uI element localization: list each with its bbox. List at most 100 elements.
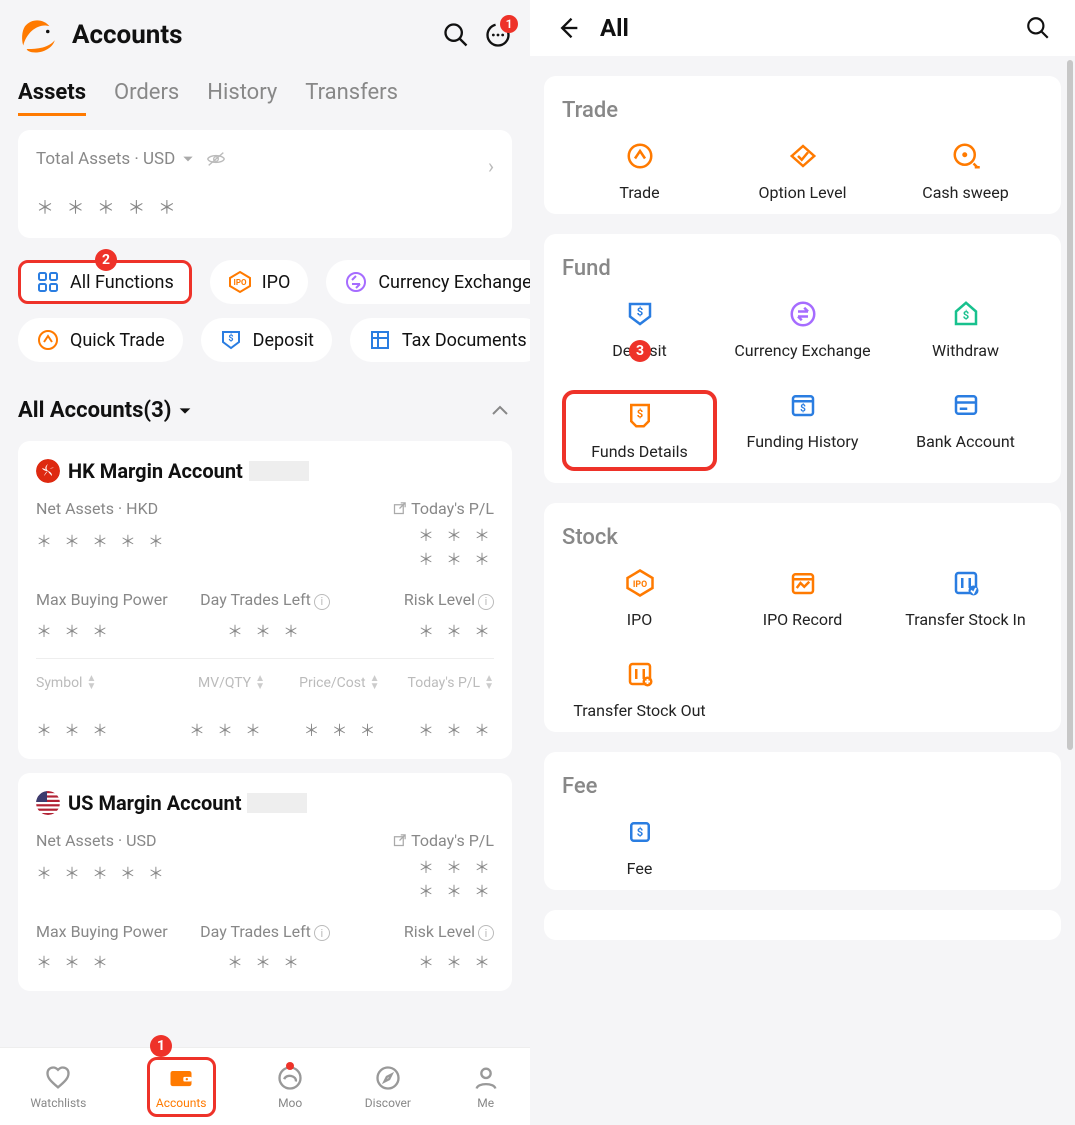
rl-value: ＊ ＊ ＊: [341, 949, 494, 973]
history-icon: $: [788, 390, 818, 420]
chip-quick-trade[interactable]: Quick Trade: [18, 318, 183, 362]
chip-currency-exchange[interactable]: Currency Exchange: [326, 260, 530, 304]
info-icon[interactable]: i: [314, 925, 330, 941]
dropdown-icon[interactable]: [181, 152, 195, 166]
net-assets-label: Net Assets · USD: [36, 831, 168, 850]
tab-orders[interactable]: Orders: [114, 80, 179, 116]
nav-moo[interactable]: Moo: [276, 1064, 304, 1110]
chip-ipo[interactable]: IPO IPO: [210, 260, 309, 304]
accounts-pane: Accounts 1 Assets Orders History Transfe…: [0, 0, 530, 1125]
item-option-level[interactable]: Option Level: [725, 141, 880, 202]
nav-accounts[interactable]: Accounts: [147, 1057, 216, 1117]
info-icon[interactable]: i: [478, 925, 494, 941]
item-fee[interactable]: $Fee: [562, 817, 717, 878]
back-icon[interactable]: [554, 14, 582, 42]
compass-icon: [374, 1064, 402, 1092]
item-funding-history[interactable]: $ Funding History: [725, 390, 880, 471]
tab-transfers[interactable]: Transfers: [305, 80, 398, 116]
share-icon[interactable]: [392, 501, 407, 516]
total-assets-label: Total Assets · USD: [36, 149, 175, 169]
item-transfer-stock-out[interactable]: Transfer Stock Out: [562, 659, 717, 720]
scrollbar[interactable]: [1067, 60, 1073, 750]
todays-pl-label: Today's P/L: [411, 831, 494, 850]
mbp-label: Max Buying Power: [36, 590, 168, 609]
svg-text:$: $: [228, 333, 233, 344]
item-label: Option Level: [758, 183, 846, 202]
eye-off-icon[interactable]: [205, 148, 227, 170]
item-trade[interactable]: Trade: [562, 141, 717, 202]
all-accounts-label: All Accounts(3): [18, 398, 171, 423]
all-accounts-header[interactable]: All Accounts(3): [0, 376, 530, 427]
item-bank-account[interactable]: Bank Account: [888, 390, 1043, 471]
item-label: Funding History: [747, 432, 859, 451]
pl-pct-value: ＊ ＊ ＊: [392, 878, 494, 902]
nav-me[interactable]: Me: [472, 1064, 500, 1110]
chip-tax-documents[interactable]: Tax Documents: [350, 318, 530, 362]
deposit-icon: $: [625, 299, 655, 329]
info-icon[interactable]: i: [478, 594, 494, 610]
mbp-label: Max Buying Power: [36, 922, 168, 941]
item-ipo[interactable]: IPOIPO: [562, 568, 717, 629]
item-ipo-record[interactable]: IPO Record: [725, 568, 880, 629]
pl-pct-value: ＊ ＊ ＊: [392, 546, 494, 570]
net-assets-label: Net Assets · HKD: [36, 499, 168, 518]
record-icon: [788, 568, 818, 598]
svg-text:$: $: [636, 408, 642, 421]
sort-icon[interactable]: ▲▼: [370, 675, 380, 691]
table-icon: [368, 328, 392, 352]
nav-discover[interactable]: Discover: [365, 1064, 411, 1110]
total-assets-value: ＊ ＊ ＊ ＊ ＊: [36, 194, 494, 220]
nav-label: Moo: [278, 1096, 302, 1110]
chevron-up-icon[interactable]: [488, 399, 512, 423]
fee-icon: $: [625, 817, 655, 847]
item-currency-exchange[interactable]: Currency Exchange: [725, 299, 880, 360]
col-pricecost[interactable]: Price/Cost: [299, 675, 365, 691]
item-withdraw[interactable]: $Withdraw: [888, 299, 1043, 360]
col-symbol[interactable]: Symbol: [36, 675, 82, 691]
item-transfer-stock-in[interactable]: Transfer Stock In: [888, 568, 1043, 629]
cell-value: ＊ ＊ ＊: [36, 717, 151, 741]
account-card-hk[interactable]: HK Margin Account Net Assets · HKD ＊ ＊ ＊…: [18, 441, 512, 759]
mbp-value: ＊ ＊ ＊: [36, 618, 189, 642]
item-funds-details[interactable]: $Funds Details: [562, 390, 717, 471]
search-icon[interactable]: [442, 21, 470, 49]
tab-assets[interactable]: Assets: [18, 80, 86, 116]
app-logo: [18, 14, 60, 56]
transfer-out-icon: [625, 659, 655, 689]
chat-badge: 1: [500, 15, 518, 33]
sort-icon[interactable]: ▲▼: [255, 675, 265, 691]
col-pl[interactable]: Today's P/L: [408, 675, 481, 691]
right-content: Trade Trade Option Level Cash sweep Fund…: [530, 56, 1075, 1121]
rl-label: Risk Level: [404, 590, 475, 609]
callout-marker-1: 1: [150, 1035, 172, 1057]
nav-watchlists[interactable]: Watchlists: [30, 1064, 86, 1110]
section-title: Fund: [562, 256, 1043, 281]
search-icon[interactable]: [1025, 15, 1051, 41]
section-more: [544, 910, 1061, 940]
tab-history[interactable]: History: [207, 80, 277, 116]
col-mvqty[interactable]: MV/QTY: [198, 675, 251, 691]
svg-text:IPO: IPO: [632, 580, 646, 590]
share-icon[interactable]: [392, 833, 407, 848]
section-fund: Fund $Deposit Currency Exchange $Withdra…: [544, 234, 1061, 483]
rl-value: ＊ ＊ ＊: [341, 618, 494, 642]
section-title: Trade: [562, 98, 1043, 123]
account-name: US Margin Account: [68, 791, 241, 815]
bank-icon: [951, 390, 981, 420]
right-title: All: [600, 14, 629, 42]
chat-icon[interactable]: 1: [484, 21, 512, 49]
chevron-right-icon: ›: [488, 154, 494, 178]
dtl-value: ＊ ＊ ＊: [189, 618, 342, 642]
sort-icon[interactable]: ▲▼: [484, 675, 494, 691]
callout-marker-3: 3: [629, 340, 651, 362]
item-label: IPO Record: [763, 610, 843, 629]
sort-icon[interactable]: ▲▼: [86, 675, 96, 691]
left-header: Accounts 1: [0, 0, 530, 62]
chip-deposit[interactable]: $ Deposit: [201, 318, 332, 362]
info-icon[interactable]: i: [314, 594, 330, 610]
section-fee: Fee $Fee: [544, 752, 1061, 890]
total-assets-card[interactable]: Total Assets · USD › ＊ ＊ ＊ ＊ ＊: [18, 130, 512, 238]
item-cash-sweep[interactable]: Cash sweep: [888, 141, 1043, 202]
account-card-us[interactable]: US Margin Account Net Assets · USD ＊ ＊ ＊…: [18, 773, 512, 992]
svg-text:$: $: [962, 309, 968, 322]
